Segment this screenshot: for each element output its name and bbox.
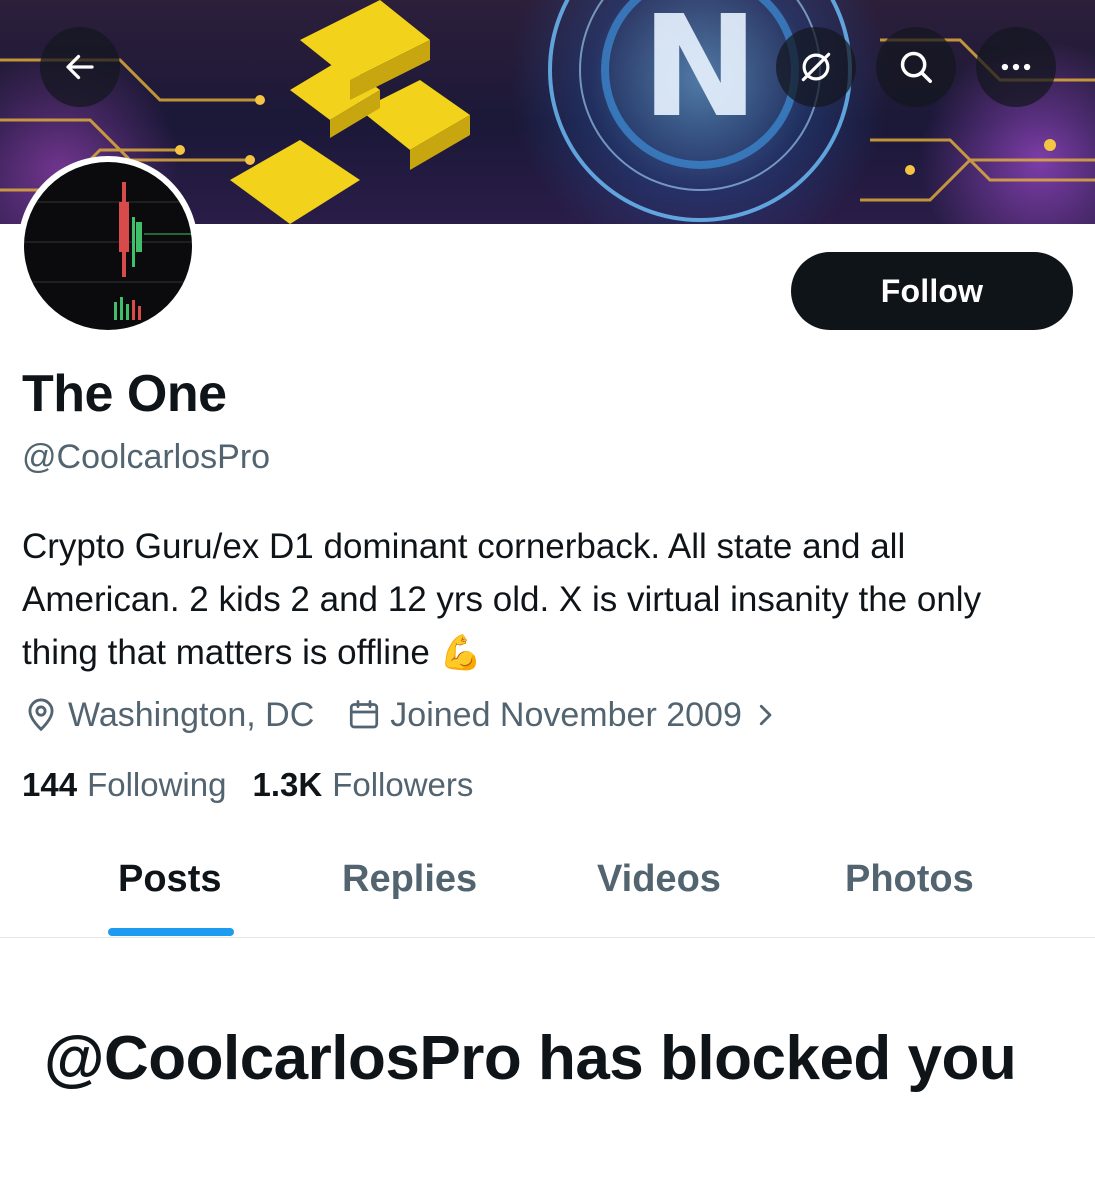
calendar-icon [350, 700, 379, 729]
join-date-text: Joined November 2009 [390, 695, 742, 734]
join-date[interactable]: Joined November 2009 [346, 696, 788, 735]
ellipsis-icon [1001, 63, 1031, 71]
profile-tabs: Posts Replies Videos Photos [0, 836, 1095, 938]
arrow-left-icon [66, 54, 94, 80]
bio-text: Crypto Guru/ex D1 dominant cornerback. A… [22, 527, 982, 672]
blocked-message: @CoolcarlosPro has blocked you [44, 1024, 1017, 1093]
avatar[interactable] [18, 156, 198, 336]
tab-posts[interactable]: Posts [118, 858, 221, 901]
follow-button[interactable]: Follow [791, 252, 1073, 330]
tab-replies[interactable]: Replies [342, 858, 477, 901]
location-pin-icon [28, 698, 54, 732]
avatar-image [24, 162, 192, 330]
chevron-right-icon [759, 704, 772, 726]
back-button[interactable] [40, 27, 120, 107]
more-button[interactable] [976, 27, 1056, 107]
active-tab-indicator [108, 928, 234, 936]
hide-profile-button[interactable] [776, 27, 856, 107]
profile-meta: Washington, DC Joined November 2009 [22, 692, 820, 738]
location: Washington, DC [22, 696, 314, 735]
banner-letter: N [641, 0, 758, 149]
display-name: The One [22, 365, 227, 423]
location-text: Washington, DC [68, 695, 315, 734]
search-icon [900, 51, 932, 83]
flexed-biceps-emoji: 💪 [439, 634, 482, 672]
following-label: Following [87, 766, 227, 803]
tab-photos[interactable]: Photos [845, 858, 974, 901]
profile-bio: Crypto Guru/ex D1 dominant cornerback. A… [22, 520, 1062, 680]
search-button[interactable] [876, 27, 956, 107]
followers-count: 1.3K [252, 766, 323, 803]
following-link[interactable]: 144 Following [22, 766, 226, 804]
followers-label: Followers [332, 766, 474, 803]
following-count: 144 [22, 766, 78, 803]
tab-videos[interactable]: Videos [597, 858, 721, 901]
eye-slash-icon [801, 52, 831, 82]
user-handle: @CoolcarlosPro [22, 438, 271, 476]
followers-link[interactable]: 1.3K Followers [252, 766, 473, 804]
follow-counts: 144 Following 1.3K Followers [22, 766, 499, 804]
